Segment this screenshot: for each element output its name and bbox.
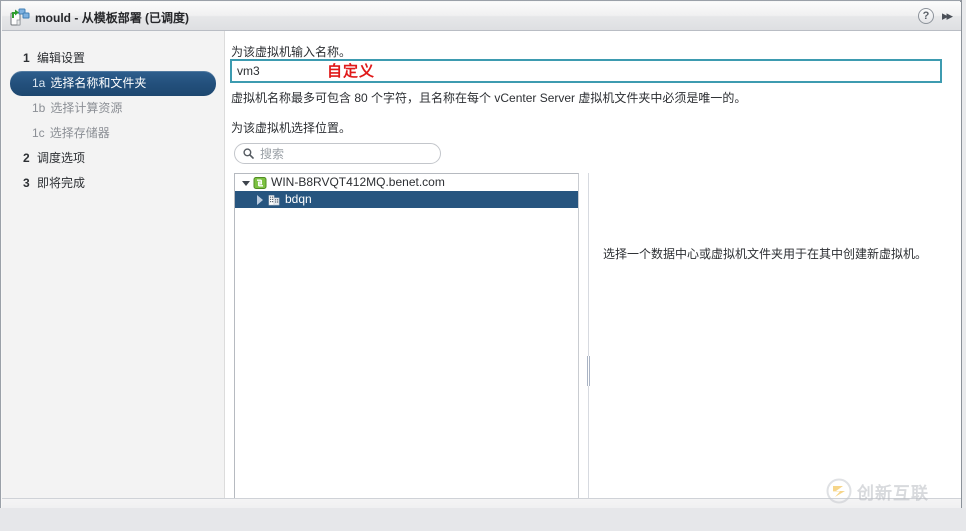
sidebar-step-1-number: 1 [23,51,30,65]
splitter-line [588,173,589,510]
search-icon [243,148,254,159]
sidebar-step-3-number: 3 [23,176,30,190]
vcenter-server-icon [253,176,267,190]
sidebar-step-1c-select-storage[interactable]: 1c 选择存储器 [10,121,216,146]
window-title: mould - 从模板部署 (已调度) [35,9,189,26]
search-input[interactable] [260,146,420,161]
sidebar-step-1b-select-compute-resource[interactable]: 1b 选择计算资源 [10,96,216,121]
selection-info-pane: 选择一个数据中心或虚拟机文件夹用于在其中创建新虚拟机。 [595,173,955,510]
vm-name-input[interactable] [230,59,942,83]
wizard-steps-sidebar: 1 编辑设置 1a 选择名称和文件夹 1b 选择计算资源 1c 选择存储器 2 调度选项 … [2,31,225,498]
wizard-main-pane: 为该虚拟机输入名称。 自定义 虚拟机名称最多可包含 80 个字符，且名称在每个 … [226,31,961,510]
vsphere-wizard-window: mould - 从模板部署 (已调度) ? ▸▸ 1 编辑设置 1a 选择名称和文件… [0,0,966,531]
selection-info-text: 选择一个数据中心或虚拟机文件夹用于在其中创建新虚拟机。 [603,247,928,261]
sidebar-step-1a-select-name-and-folder[interactable]: 1a 选择名称和文件夹 [10,71,216,96]
datacenter-icon [267,193,281,207]
splitter-grip-handle[interactable] [586,356,592,386]
sidebar-step-1[interactable]: 1 编辑设置 [10,46,216,71]
window-titlebar: mould - 从模板部署 (已调度) ? ▸▸ [2,2,961,31]
sidebar-step-2-schedule-options[interactable]: 2 调度选项 [10,146,216,171]
titlebar-buttons: ? ▸▸ [917,8,953,24]
tree-node-label: WIN-B8RVQT412MQ.benet.com [271,175,445,189]
tree-row[interactable]: WIN-B8RVQT412MQ.benet.com [235,174,578,191]
vm-name-field-wrapper: 自定义 [230,59,942,83]
window-title-rest: 从模板部署 (已调度) [81,11,190,25]
vm-name-label: 为该虚拟机输入名称。 [231,45,352,59]
sidebar-step-1b-label: 选择计算资源 [50,101,123,115]
chevron-right-icon[interactable] [254,193,267,206]
sidebar-step-3-label: 即将完成 [37,176,86,190]
outer-background-strip [0,508,966,531]
sidebar-step-1c-number: 1c [32,126,45,140]
sidebar-step-1a-label: 选择名称和文件夹 [50,76,147,90]
vm-location-label: 为该虚拟机选择位置。 [231,121,352,135]
tree-node-label: bdqn [285,192,312,206]
sidebar-step-2-label: 调度选项 [37,151,86,165]
search-box[interactable] [234,143,441,164]
sidebar-step-3-ready-to-complete[interactable]: 3 即将完成 [10,171,216,196]
tree-row[interactable]: bdqn [235,191,578,208]
window-title-app: mould [35,11,71,25]
vm-name-hint: 虚拟机名称最多可包含 80 个字符，且名称在每个 vCenter Server … [231,91,747,105]
window-frame: mould - 从模板部署 (已调度) ? ▸▸ 1 编辑设置 1a 选择名称和文件… [0,0,962,527]
window-title-separator: - [74,11,79,25]
panel-splitter[interactable] [582,173,595,510]
chevron-double-right-icon[interactable]: ▸▸ [942,9,953,23]
chevron-down-icon[interactable] [240,176,253,189]
sidebar-step-1-label: 编辑设置 [37,51,86,65]
help-icon[interactable]: ? [917,8,934,24]
sidebar-step-1a-number: 1a [32,76,46,90]
inventory-tree-panel[interactable]: WIN-B8RVQT412MQ.benet.com bdqn [234,173,579,510]
sidebar-step-1b-number: 1b [32,101,46,115]
wizard-body: 1 编辑设置 1a 选择名称和文件夹 1b 选择计算资源 1c 选择存储器 2 调度选项 … [2,31,961,510]
sidebar-step-2-number: 2 [23,151,30,165]
sidebar-step-1c-label: 选择存储器 [49,126,110,140]
deploy-from-template-icon [10,7,30,27]
